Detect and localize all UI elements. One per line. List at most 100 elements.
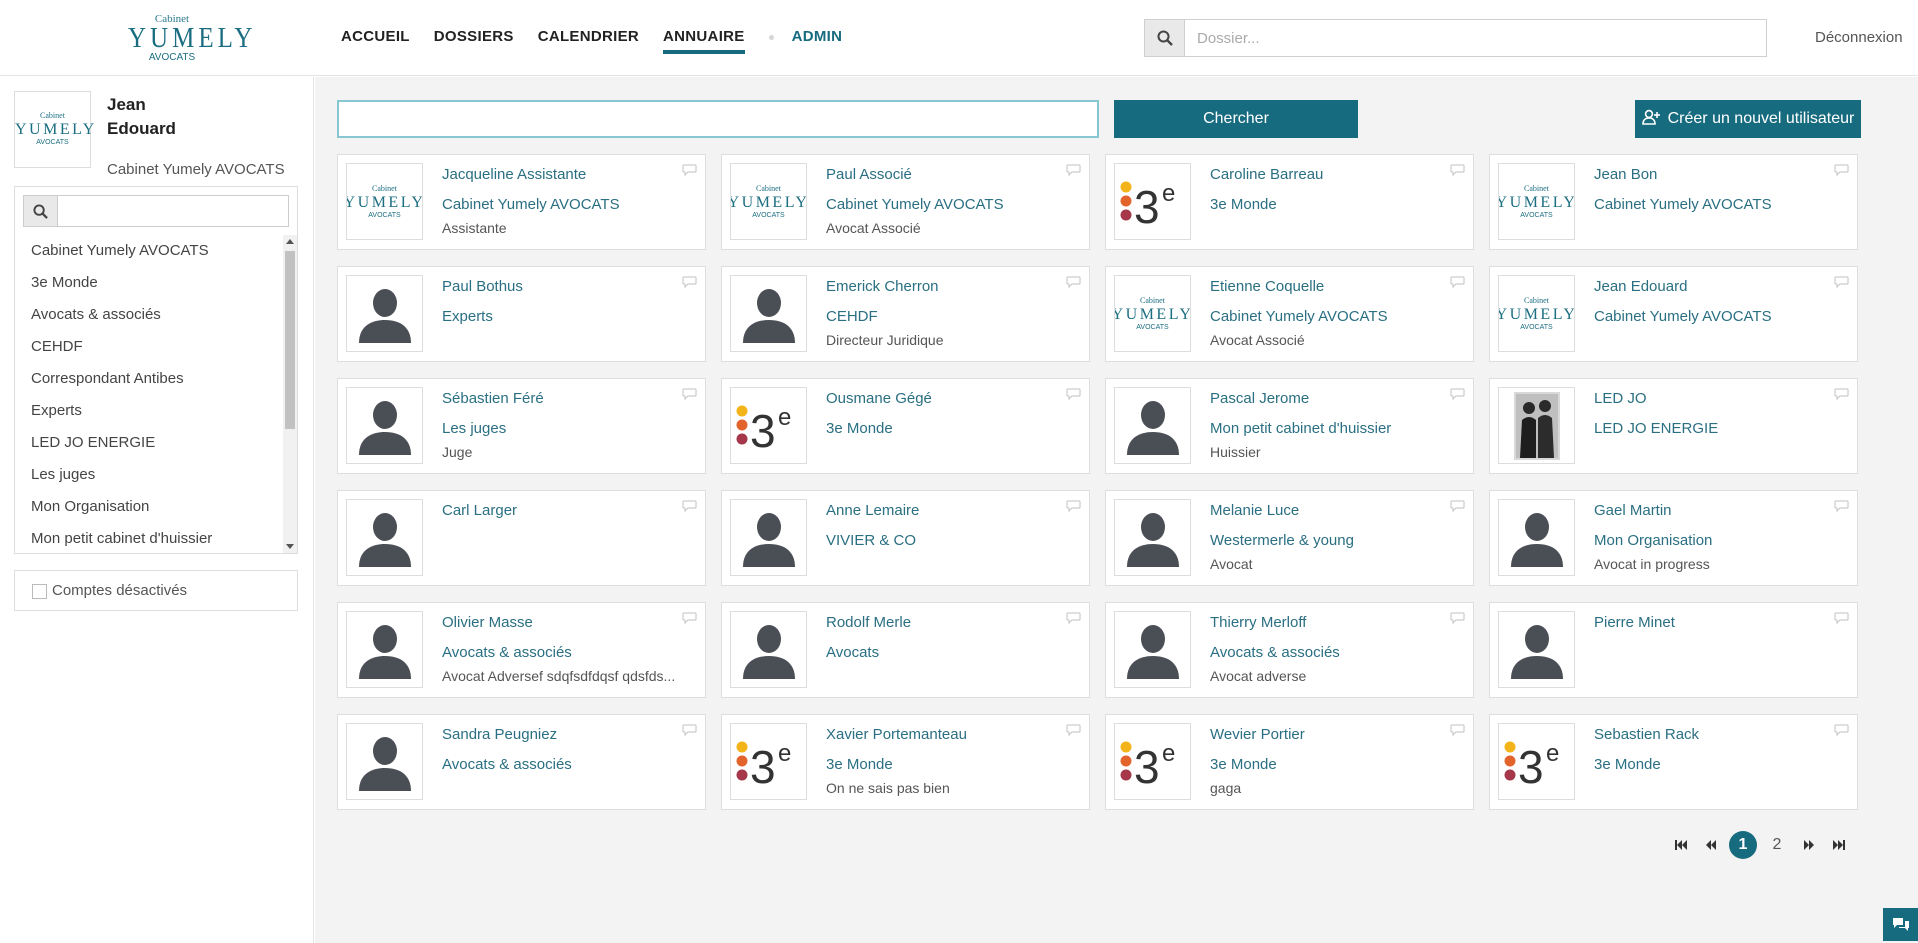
nav-calendrier[interactable]: CALENDRIER bbox=[538, 28, 639, 54]
message-bubble-icon[interactable] bbox=[1834, 724, 1849, 736]
user-organization[interactable]: Avocats & associés bbox=[442, 756, 572, 773]
user-card[interactable]: Pierre Minet bbox=[1489, 602, 1858, 698]
user-card[interactable]: Carl Larger bbox=[337, 490, 706, 586]
user-name[interactable]: Carl Larger bbox=[442, 502, 517, 519]
message-bubble-icon[interactable] bbox=[682, 500, 697, 512]
user-card[interactable]: Gael Martin Mon Organisation Avocat in pro… bbox=[1489, 490, 1858, 586]
user-name[interactable]: Sandra Peugniez bbox=[442, 726, 557, 743]
user-card[interactable]: Cabinet YUMELY AVOCATS Etienne Coquelle Cabi… bbox=[1105, 266, 1474, 362]
org-list-item[interactable]: Mon Organisation bbox=[15, 491, 283, 523]
org-list-item[interactable]: 3e Monde bbox=[15, 267, 283, 299]
message-bubble-icon[interactable] bbox=[1834, 164, 1849, 176]
first-page-icon[interactable] bbox=[1666, 832, 1696, 858]
user-card[interactable]: 3 e Caroline Barreau 3e Monde bbox=[1105, 154, 1474, 250]
org-list-item[interactable]: Experts bbox=[15, 395, 283, 427]
user-organization[interactable]: Avocats & associés bbox=[1210, 644, 1340, 661]
message-bubble-icon[interactable] bbox=[1450, 500, 1465, 512]
user-organization[interactable]: Cabinet Yumely AVOCATS bbox=[1594, 308, 1772, 325]
user-search-input[interactable] bbox=[337, 100, 1099, 138]
message-bubble-icon[interactable] bbox=[1834, 612, 1849, 624]
user-card[interactable]: Rodolf Merle Avocats bbox=[721, 602, 1090, 698]
user-name[interactable]: Sébastien Féré bbox=[442, 390, 544, 407]
user-name[interactable]: Wevier Portier bbox=[1210, 726, 1305, 743]
user-organization[interactable]: Mon petit cabinet d'huissier bbox=[1210, 420, 1391, 437]
user-card[interactable]: Anne Lemaire VIVIER & CO bbox=[721, 490, 1090, 586]
user-organization[interactable]: Les juges bbox=[442, 420, 506, 437]
user-organization[interactable]: Cabinet Yumely AVOCATS bbox=[826, 196, 1004, 213]
message-bubble-icon[interactable] bbox=[1066, 388, 1081, 400]
org-list-item[interactable]: Correspondant Antibes bbox=[15, 363, 283, 395]
nav-admin[interactable]: ADMIN bbox=[792, 28, 843, 54]
user-organization[interactable]: Mon Organisation bbox=[1594, 532, 1712, 549]
user-organization[interactable]: Experts bbox=[442, 308, 493, 325]
user-card[interactable]: Sébastien Féré Les juges Juge bbox=[337, 378, 706, 474]
user-name[interactable]: Emerick Cherron bbox=[826, 278, 939, 295]
user-card[interactable]: Emerick Cherron CEHDF Directeur Juridique bbox=[721, 266, 1090, 362]
user-name[interactable]: Anne Lemaire bbox=[826, 502, 919, 519]
user-organization[interactable]: Cabinet Yumely AVOCATS bbox=[1210, 308, 1388, 325]
user-name[interactable]: Ousmane Gégé bbox=[826, 390, 932, 407]
page-1[interactable]: 1 bbox=[1729, 831, 1757, 859]
org-list-item[interactable]: Mon petit cabinet d'huissier bbox=[15, 523, 283, 555]
message-bubble-icon[interactable] bbox=[682, 612, 697, 624]
message-bubble-icon[interactable] bbox=[1450, 164, 1465, 176]
search-button[interactable]: Chercher bbox=[1114, 100, 1358, 138]
org-list-scrollbar[interactable] bbox=[283, 235, 297, 553]
user-name[interactable]: Caroline Barreau bbox=[1210, 166, 1323, 183]
user-card[interactable]: Cabinet YUMELY AVOCATS Paul Associé Cabinet … bbox=[721, 154, 1090, 250]
message-bubble-icon[interactable] bbox=[1066, 276, 1081, 288]
user-name[interactable]: Paul Bothus bbox=[442, 278, 523, 295]
org-list-item[interactable]: CEHDF bbox=[15, 331, 283, 363]
last-page-icon[interactable] bbox=[1824, 832, 1854, 858]
user-card[interactable]: Thierry Merloff Avocats & associés Avocat … bbox=[1105, 602, 1474, 698]
nav-dossiers[interactable]: DOSSIERS bbox=[434, 28, 514, 54]
user-organization[interactable]: 3e Monde bbox=[1210, 196, 1277, 213]
user-card[interactable]: 3 e Ousmane Gégé 3e Monde bbox=[721, 378, 1090, 474]
nav-annuaire[interactable]: ANNUAIRE bbox=[663, 28, 745, 54]
message-bubble-icon[interactable] bbox=[1450, 612, 1465, 624]
message-bubble-icon[interactable] bbox=[1834, 276, 1849, 288]
user-card[interactable]: Cabinet YUMELY AVOCATS Jacqueline Assistant… bbox=[337, 154, 706, 250]
disabled-accounts-label[interactable]: Comptes désactivés bbox=[52, 582, 187, 599]
message-bubble-icon[interactable] bbox=[1066, 724, 1081, 736]
logout-link[interactable]: Déconnexion bbox=[1815, 29, 1903, 46]
user-name[interactable]: Gael Martin bbox=[1594, 502, 1672, 519]
user-card[interactable]: 3 e Xavier Portemanteau 3e Monde On ne sais … bbox=[721, 714, 1090, 810]
user-organization[interactable]: 3e Monde bbox=[1594, 756, 1661, 773]
user-name[interactable]: Etienne Coquelle bbox=[1210, 278, 1324, 295]
user-name[interactable]: Jean Edouard bbox=[1594, 278, 1687, 295]
user-card[interactable]: Pascal Jerome Mon petit cabinet d'huissie… bbox=[1105, 378, 1474, 474]
user-organization[interactable]: 3e Monde bbox=[826, 420, 893, 437]
org-list-item[interactable]: LED JO ENERGIE bbox=[15, 427, 283, 459]
user-name[interactable]: Thierry Merloff bbox=[1210, 614, 1306, 631]
user-name[interactable]: Xavier Portemanteau bbox=[826, 726, 967, 743]
user-organization[interactable]: Westermerle & young bbox=[1210, 532, 1354, 549]
user-card[interactable]: 3 e Sebastien Rack 3e Monde bbox=[1489, 714, 1858, 810]
org-list-item[interactable]: Les juges bbox=[15, 459, 283, 491]
message-bubble-icon[interactable] bbox=[682, 164, 697, 176]
user-name[interactable]: Paul Associé bbox=[826, 166, 912, 183]
user-organization[interactable]: LED JO ENERGIE bbox=[1594, 420, 1718, 437]
search-icon[interactable] bbox=[1145, 20, 1185, 56]
user-card[interactable]: Sandra Peugniez Avocats & associés bbox=[337, 714, 706, 810]
user-organization[interactable]: Cabinet Yumely AVOCATS bbox=[1594, 196, 1772, 213]
nav-accueil[interactable]: ACCUEIL bbox=[341, 28, 410, 54]
user-organization[interactable]: Avocats bbox=[826, 644, 879, 661]
message-bubble-icon[interactable] bbox=[1066, 164, 1081, 176]
message-bubble-icon[interactable] bbox=[1450, 388, 1465, 400]
brand-logo[interactable]: Cabinet YUMELY AVOCATS bbox=[128, 14, 252, 63]
search-icon[interactable] bbox=[24, 196, 58, 226]
user-card[interactable]: Cabinet YUMELY AVOCATS Jean Bon Cabinet Yume… bbox=[1489, 154, 1858, 250]
dossier-search-input[interactable] bbox=[1185, 20, 1766, 56]
chat-icon[interactable] bbox=[1883, 908, 1918, 941]
message-bubble-icon[interactable] bbox=[682, 724, 697, 736]
user-card[interactable]: Olivier Masse Avocats & associés Avocat Ad… bbox=[337, 602, 706, 698]
page-2[interactable]: 2 bbox=[1763, 831, 1791, 859]
message-bubble-icon[interactable] bbox=[1450, 276, 1465, 288]
message-bubble-icon[interactable] bbox=[1834, 500, 1849, 512]
user-name[interactable]: Sebastien Rack bbox=[1594, 726, 1699, 743]
user-card[interactable]: 3 e Wevier Portier 3e Monde gaga bbox=[1105, 714, 1474, 810]
user-name[interactable]: Pascal Jerome bbox=[1210, 390, 1309, 407]
user-organization[interactable]: 3e Monde bbox=[1210, 756, 1277, 773]
user-name[interactable]: Melanie Luce bbox=[1210, 502, 1299, 519]
